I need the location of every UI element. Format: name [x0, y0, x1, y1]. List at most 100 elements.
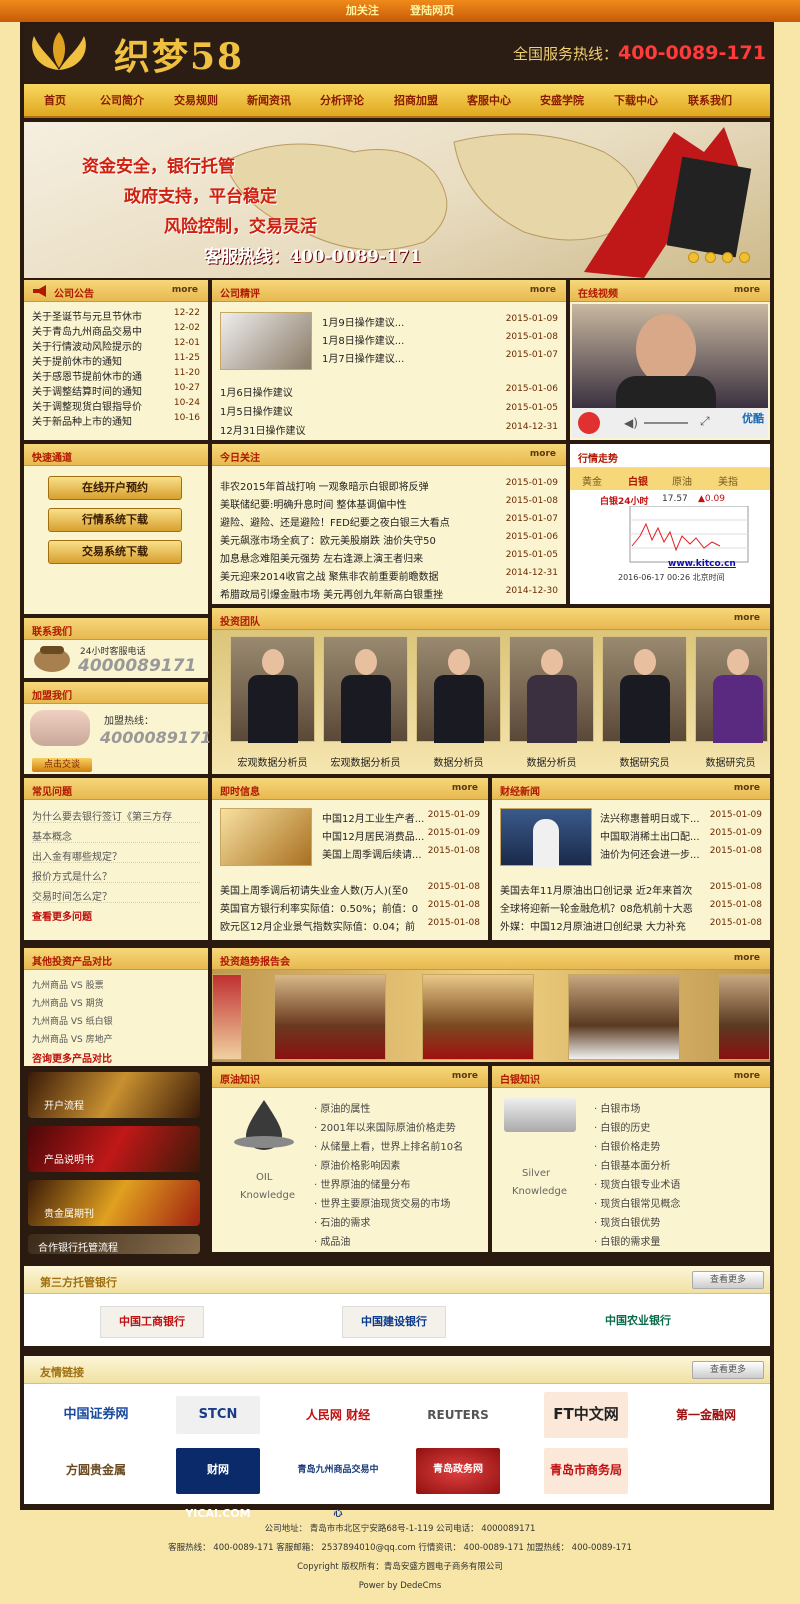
faq-item[interactable]: 交易时间怎么定？	[32, 888, 200, 903]
list-item[interactable]: 中国12月工业生产者... 2015-01-09	[322, 810, 480, 825]
list-item[interactable]: 英国官方银行利率实际值：0.50%；前值：0 2015-01-08	[220, 900, 480, 915]
list-item[interactable]: 关于调整结算时间的通知 10-27	[32, 383, 200, 398]
list-item[interactable]: 美国上周季调后初请失业金人数(万人)(至0 2015-01-08	[220, 882, 480, 897]
silver-item[interactable]: · 现货白银专业术语	[594, 1176, 762, 1191]
bank-more-button[interactable]: 查看更多	[692, 1271, 764, 1289]
list-item[interactable]: 中国取消稀土出口配... 2015-01-09	[600, 828, 762, 843]
nav-service[interactable]: 客服中心	[467, 84, 511, 118]
list-item[interactable]: 关于行情波动风险提示的 12-01	[32, 338, 200, 353]
compare-more-link[interactable]: 咨询更多产品对比	[32, 1050, 200, 1065]
silver-item[interactable]: · 白银基本面分析	[594, 1157, 762, 1172]
oil-item[interactable]: · 成品油	[314, 1233, 480, 1248]
list-item[interactable]: 关于调整现货白银指导价 10-24	[32, 398, 200, 413]
nav-join[interactable]: 招商加盟	[394, 84, 438, 118]
oil-item[interactable]: · 世界原油的储量分布	[314, 1176, 480, 1191]
list-item[interactable]: 关于青岛九州商品交易中 12-02	[32, 323, 200, 338]
list-item[interactable]: 油价为何还会进一步... 2015-01-08	[600, 846, 762, 861]
oil-item[interactable]: · 原油价格影响因素	[314, 1157, 480, 1172]
banner-pager[interactable]	[682, 252, 750, 266]
nav-home[interactable]: 首页	[44, 84, 66, 118]
volume-slider[interactable]	[644, 422, 688, 424]
chat-button[interactable]: 点击交谈	[32, 758, 92, 772]
list-item[interactable]: 关于新品种上市的通知 10-16	[32, 413, 200, 428]
login-link[interactable]: 登陆网页	[410, 4, 454, 17]
link-people[interactable]: 人民网 财经	[296, 1396, 380, 1434]
nav-analysis[interactable]: 分析评论	[320, 84, 364, 118]
list-item[interactable]: 加息悬念难阻美元强势 左右逢源上演王者归来 2015-01-05	[220, 550, 558, 565]
team-photo[interactable]	[230, 636, 315, 743]
faq-item[interactable]: 报价方式是什么？	[32, 868, 200, 883]
list-item[interactable]: 欧元区12月企业景气指数实际值：0.04；前 2015-01-08	[220, 918, 480, 933]
tab-usd[interactable]: 美指	[718, 473, 738, 488]
team-photo[interactable]	[602, 636, 687, 743]
list-item[interactable]: 希腊政局引爆金融市场 美元再创九年新高白银重挫 2014-12-30	[220, 586, 558, 601]
video-player[interactable]	[572, 304, 768, 408]
compare-item[interactable]: 九州商品 VS 房地产	[32, 1032, 200, 1047]
oil-item[interactable]: · 原油的属性	[314, 1100, 480, 1115]
list-item[interactable]: 美元迎来2014收官之战 聚焦非农前重要前瞻数据 2014-12-31	[220, 568, 558, 583]
report-photo[interactable]	[212, 974, 242, 1060]
silver-item[interactable]: · 白银价格走势	[594, 1138, 762, 1153]
list-item[interactable]: 美元飙涨市场全疯了：欧元美股崩跌 油价失守50 2015-01-06	[220, 532, 558, 547]
list-item[interactable]: 美国上周季调后续请... 2015-01-08	[322, 846, 480, 861]
oil-item[interactable]: · 2001年以来国际原油价格走势	[314, 1119, 480, 1134]
report-photo[interactable]	[568, 974, 680, 1060]
oil-item[interactable]: · 世界主要原油现货交易的市场	[314, 1195, 480, 1210]
today-more-link[interactable]: more	[530, 449, 556, 459]
icbc-logo[interactable]: 中国工商银行	[100, 1306, 204, 1338]
list-item[interactable]: 避险、避险、还是避险！FED纪要之夜白银三大看点 2015-01-07	[220, 514, 558, 529]
trade-download-button[interactable]: 交易系统下载	[48, 540, 182, 564]
list-item[interactable]: 美联储纪要:明确升息时间 整体基调偏中性 2015-01-08	[220, 496, 558, 511]
team-photo[interactable]	[416, 636, 501, 743]
kitco-link[interactable]: www.kitco.cn	[668, 559, 736, 569]
list-item[interactable]: 关于圣诞节与元旦节休市 12-22	[32, 308, 200, 323]
silver-more-link[interactable]: more	[734, 1071, 760, 1081]
fullscreen-icon[interactable]: ⤢	[700, 414, 710, 429]
oil-item[interactable]: · 从储量上看，世界上排名前10名	[314, 1138, 480, 1153]
video-more-link[interactable]: more	[734, 285, 760, 295]
compare-item[interactable]: 九州商品 VS 纸白银	[32, 1014, 200, 1029]
silver-item[interactable]: · 现货白银优势	[594, 1214, 762, 1229]
report-more-link[interactable]: more	[734, 953, 760, 963]
compare-item[interactable]: 九州商品 VS 期货	[32, 996, 200, 1011]
link-commerce[interactable]: 青岛市商务局	[544, 1448, 628, 1494]
tab-gold[interactable]: 黄金	[582, 473, 602, 488]
list-item[interactable]: 非农2015年首战打响 一观象暗示白银即将反弹 2015-01-09	[220, 478, 558, 493]
silver-item[interactable]: · 白银的历史	[594, 1119, 762, 1134]
team-photo[interactable]	[695, 636, 768, 743]
faq-item[interactable]: 出入金有哪些规定？	[32, 848, 200, 863]
nav-news[interactable]: 新闻资讯	[247, 84, 291, 118]
ccb-logo[interactable]: 中国建设银行	[342, 1306, 446, 1338]
site-logo[interactable]: 织梦58	[24, 26, 274, 80]
faq-more-link[interactable]: 查看更多问题	[32, 908, 200, 923]
abc-logo[interactable]: 中国农业银行	[586, 1306, 690, 1338]
list-item[interactable]: 1月7日操作建议... 2015-01-07	[322, 350, 558, 365]
nav-academy[interactable]: 安盛学院	[540, 84, 584, 118]
metal-journal-banner[interactable]: 贵金属期刊	[28, 1180, 200, 1226]
list-item[interactable]: 1月8日操作建议... 2015-01-08	[322, 332, 558, 347]
team-photo[interactable]	[509, 636, 594, 743]
compare-item[interactable]: 九州商品 VS 股票	[32, 978, 200, 993]
list-item[interactable]: 12月31日操作建议 2014-12-31	[220, 422, 558, 437]
open-account-button[interactable]: 在线开户预约	[48, 476, 182, 500]
list-item[interactable]: 关于提前休市的通知 11-25	[32, 353, 200, 368]
follow-link[interactable]: 加关注	[346, 4, 379, 17]
link-jiuzhou[interactable]: 青岛九州商品交易中心	[296, 1448, 380, 1519]
list-item[interactable]: 法兴称惠普明日或下... 2015-01-09	[600, 810, 762, 825]
product-manual-banner[interactable]: 产品说明书	[28, 1126, 200, 1172]
team-photo[interactable]	[323, 636, 408, 743]
link-fangyuan[interactable]: 方圆贵金属	[54, 1448, 138, 1494]
list-item[interactable]: 1月9日操作建议... 2015-01-09	[322, 314, 558, 329]
link-stcn[interactable]: STCN	[176, 1396, 260, 1434]
list-item[interactable]: 外媒：中国12月原油进口创纪录 大力补充 2015-01-08	[500, 918, 762, 933]
review-photo[interactable]	[220, 312, 312, 370]
finance-photo[interactable]	[500, 808, 592, 867]
account-flow-banner[interactable]: 开户流程	[28, 1072, 200, 1118]
nav-rules[interactable]: 交易规则	[174, 84, 218, 118]
notice-more-link[interactable]: more	[172, 285, 198, 295]
link-cnstock[interactable]: 中国证券网	[54, 1396, 138, 1434]
finance-more-link[interactable]: more	[734, 783, 760, 793]
tab-silver[interactable]: 白银	[628, 473, 648, 488]
quote-download-button[interactable]: 行情系统下载	[48, 508, 182, 532]
volume-icon[interactable]: ◀)	[624, 416, 638, 430]
